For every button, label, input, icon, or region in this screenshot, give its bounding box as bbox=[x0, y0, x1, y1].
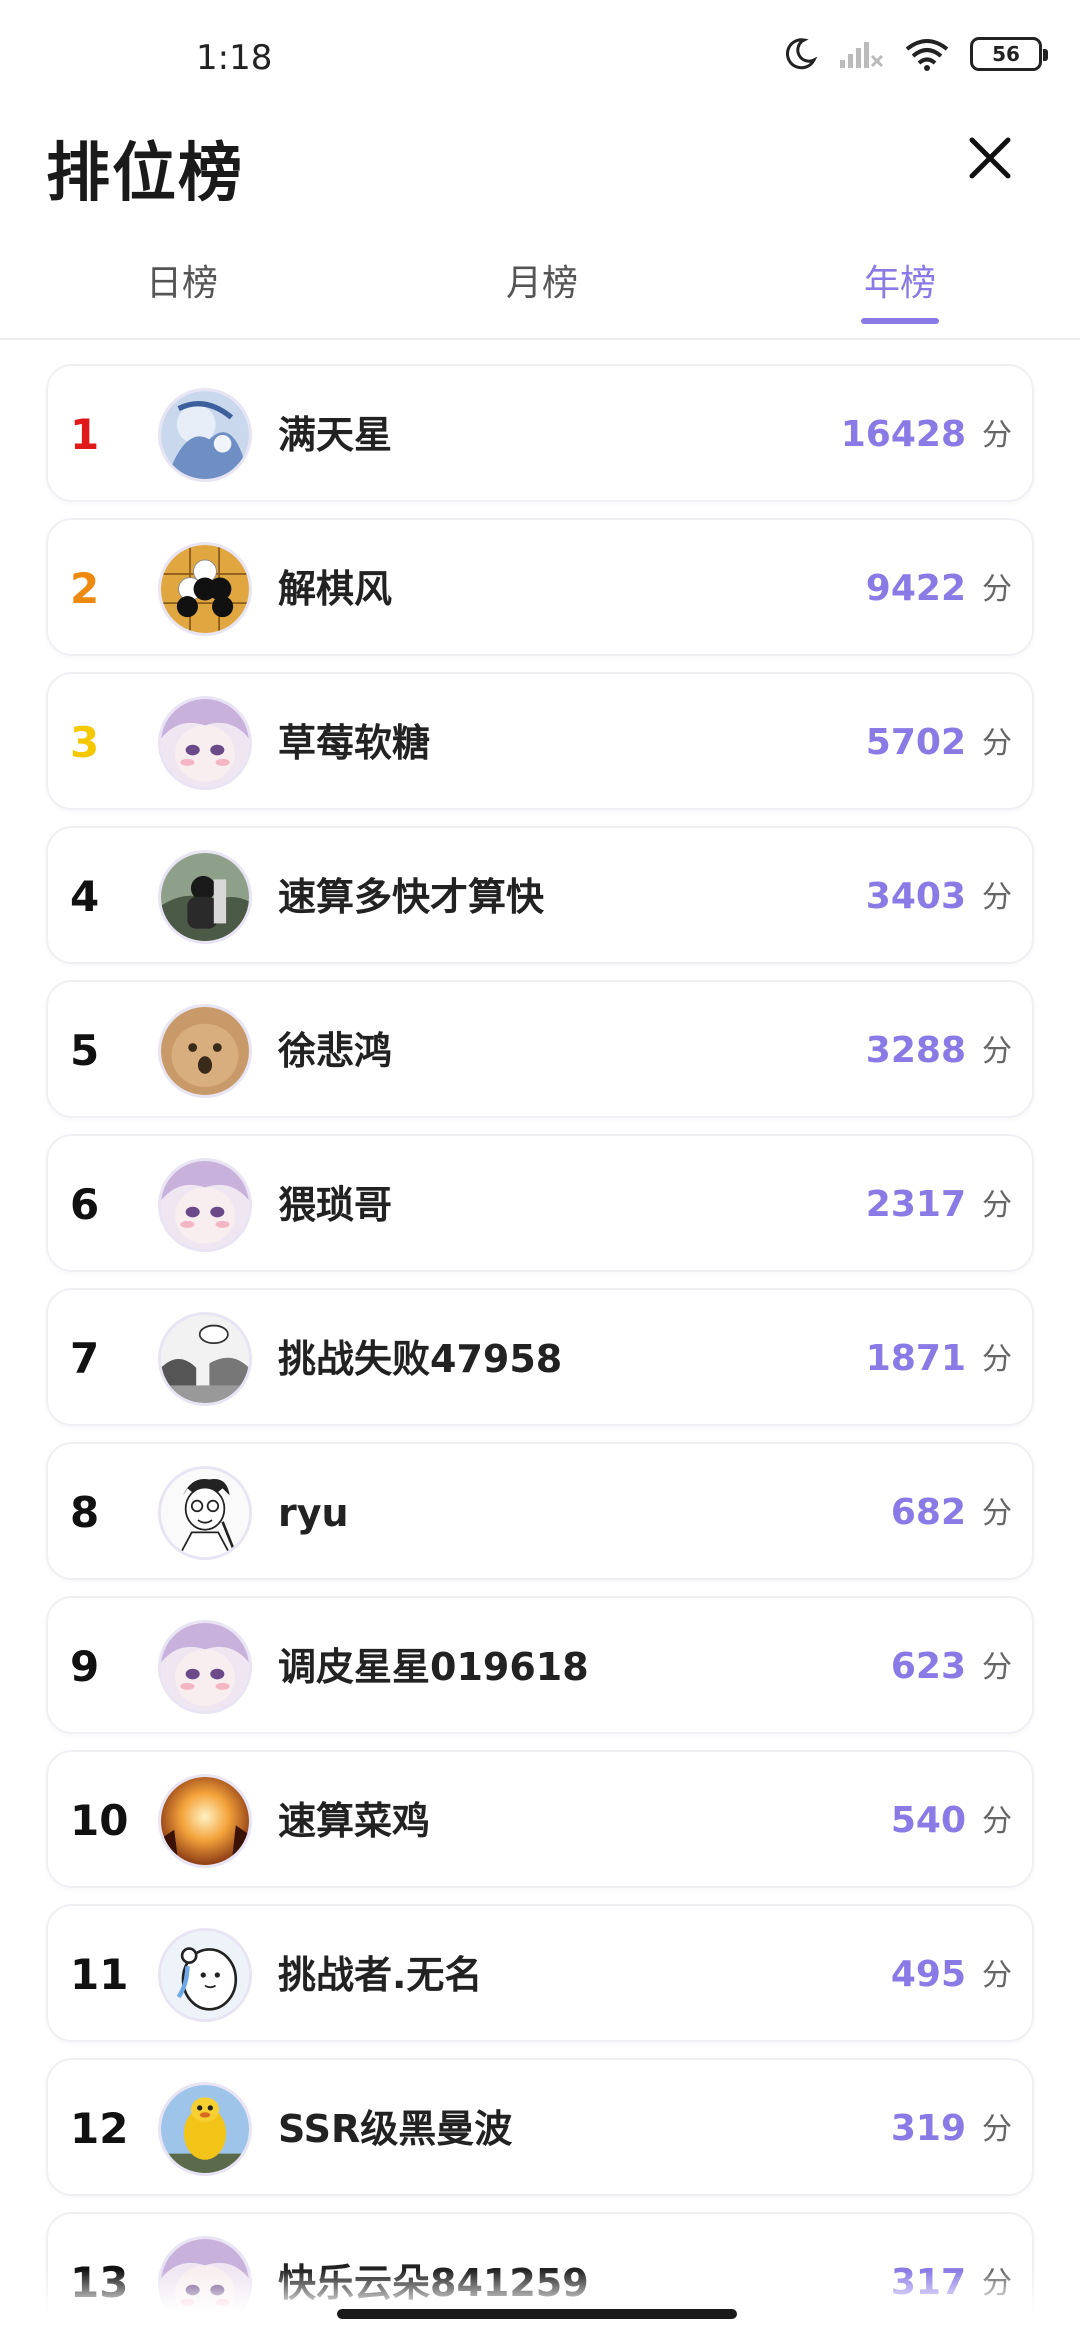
player-name: ryu bbox=[278, 1491, 349, 1535]
rank-number: 1 bbox=[70, 410, 100, 459]
score-unit: 分 bbox=[982, 572, 1012, 607]
leaderboard-row[interactable]: 5 徐悲鸿 3288 分 bbox=[46, 980, 1034, 1118]
leaderboard-row[interactable]: 9 调皮星星019618 623 分 bbox=[46, 1596, 1034, 1734]
player-score: 682 bbox=[890, 1492, 966, 1533]
tab-monthly[interactable]: 月榜 bbox=[462, 254, 622, 306]
player-name: 速算多快才算快 bbox=[278, 875, 545, 919]
battery-level: 56 bbox=[992, 42, 1020, 66]
comic-avatar[interactable] bbox=[158, 1312, 252, 1406]
rank-number: 3 bbox=[70, 718, 100, 767]
leaderboard-row[interactable]: 2 解棋风 9422 分 bbox=[46, 518, 1034, 656]
tab-indicator bbox=[861, 318, 939, 324]
score-unit: 分 bbox=[982, 1496, 1012, 1531]
tab-daily[interactable]: 日榜 bbox=[102, 254, 262, 306]
battery-icon: 56 bbox=[970, 37, 1048, 71]
status-icons: 56 bbox=[782, 36, 1048, 72]
player-score: 16428 bbox=[840, 414, 966, 455]
player-name: 调皮星星019618 bbox=[278, 1645, 589, 1689]
player-score: 540 bbox=[890, 1800, 966, 1841]
player-name: 猥琐哥 bbox=[278, 1183, 393, 1227]
tab-yearly[interactable]: 年榜 bbox=[820, 254, 980, 306]
score-unit: 分 bbox=[982, 1650, 1012, 1685]
player-score: 623 bbox=[890, 1646, 966, 1687]
anime-pink-avatar[interactable] bbox=[158, 1620, 252, 1714]
go-stones-avatar[interactable] bbox=[158, 542, 252, 636]
rank-number: 9 bbox=[70, 1642, 100, 1691]
sunset-avatar[interactable] bbox=[158, 1774, 252, 1868]
rank-number: 10 bbox=[70, 1796, 129, 1845]
anime-pink-avatar[interactable] bbox=[158, 1158, 252, 1252]
player-name: 解棋风 bbox=[278, 567, 393, 611]
rank-number: 2 bbox=[70, 564, 100, 613]
leaderboard-row[interactable]: 3 草莓软糖 5702 分 bbox=[46, 672, 1034, 810]
player-name: SSR级黑曼波 bbox=[278, 2107, 513, 2151]
player-name: 速算菜鸡 bbox=[278, 1799, 431, 1843]
moon-icon bbox=[782, 36, 818, 72]
cartoon-bear-avatar[interactable] bbox=[158, 1928, 252, 2022]
score-unit: 分 bbox=[982, 880, 1012, 915]
leaderboard-row[interactable]: 1 满天星 16428 分 bbox=[46, 364, 1034, 502]
signal-icon bbox=[838, 38, 884, 70]
leaderboard-row[interactable]: 7 挑战失败47958 1871 分 bbox=[46, 1288, 1034, 1426]
leaderboard-row[interactable]: 11 挑战者.无名 495 分 bbox=[46, 1904, 1034, 2042]
leaderboard-row[interactable]: 4 速算多快才算快 3403 分 bbox=[46, 826, 1034, 964]
player-score: 319 bbox=[890, 2108, 966, 2149]
player-score: 3288 bbox=[865, 1030, 966, 1071]
player-score: 5702 bbox=[865, 722, 966, 763]
rank-number: 4 bbox=[70, 872, 100, 921]
score-unit: 分 bbox=[982, 1804, 1012, 1839]
player-score: 2317 bbox=[865, 1184, 966, 1225]
status-bar: 1:18 56 bbox=[0, 0, 1080, 120]
score-unit: 分 bbox=[982, 1958, 1012, 1993]
leaderboard-row[interactable]: 6 猥琐哥 2317 分 bbox=[46, 1134, 1034, 1272]
player-name: 草莓软糖 bbox=[278, 721, 431, 765]
wifi-icon bbox=[904, 37, 950, 71]
score-unit: 分 bbox=[982, 1034, 1012, 1069]
rank-number: 11 bbox=[70, 1950, 129, 1999]
sketch-man-avatar[interactable] bbox=[158, 1466, 252, 1560]
tab-bar: 日榜 月榜 年榜 bbox=[0, 240, 1080, 340]
rank-number: 12 bbox=[70, 2104, 129, 2153]
page-title: 排位榜 bbox=[46, 137, 244, 211]
close-button[interactable] bbox=[962, 130, 1018, 186]
photo-dark-avatar[interactable] bbox=[158, 850, 252, 944]
home-indicator[interactable] bbox=[337, 2309, 737, 2319]
score-unit: 分 bbox=[982, 726, 1012, 761]
rank-number: 6 bbox=[70, 1180, 100, 1229]
rank-number: 5 bbox=[70, 1026, 100, 1075]
player-name: 挑战者.无名 bbox=[278, 1953, 483, 1997]
anime-pink-avatar[interactable] bbox=[158, 696, 252, 790]
player-name: 满天星 bbox=[278, 413, 393, 457]
player-score: 1871 bbox=[865, 1338, 966, 1379]
player-name: 挑战失败47958 bbox=[278, 1337, 563, 1381]
bottom-fade bbox=[0, 2270, 1080, 2340]
player-name: 徐悲鸿 bbox=[278, 1029, 393, 1073]
anime-blue-avatar[interactable] bbox=[158, 388, 252, 482]
player-score: 3403 bbox=[865, 876, 966, 917]
rank-number: 7 bbox=[70, 1334, 100, 1383]
score-unit: 分 bbox=[982, 418, 1012, 453]
score-unit: 分 bbox=[982, 1188, 1012, 1223]
yellow-balloon-avatar[interactable] bbox=[158, 2082, 252, 2176]
player-score: 9422 bbox=[865, 568, 966, 609]
score-unit: 分 bbox=[982, 2112, 1012, 2147]
leaderboard-row[interactable]: 10 速算菜鸡 540 分 bbox=[46, 1750, 1034, 1888]
leaderboard-row[interactable]: 12 SSR级黑曼波 319 分 bbox=[46, 2058, 1034, 2196]
close-icon bbox=[969, 137, 1011, 179]
cat-avatar[interactable] bbox=[158, 1004, 252, 1098]
leaderboard-row[interactable]: 8 ryu 682 分 bbox=[46, 1442, 1034, 1580]
score-unit: 分 bbox=[982, 1342, 1012, 1377]
rank-number: 8 bbox=[70, 1488, 100, 1537]
status-time: 1:18 bbox=[196, 38, 273, 78]
leaderboard-list[interactable]: 1 满天星 16428 分 2 解棋风 9422 分 3 草莓软糖 5702 分 4 速算多快才算快 340… bbox=[46, 364, 1034, 2340]
player-score: 495 bbox=[890, 1954, 966, 1995]
